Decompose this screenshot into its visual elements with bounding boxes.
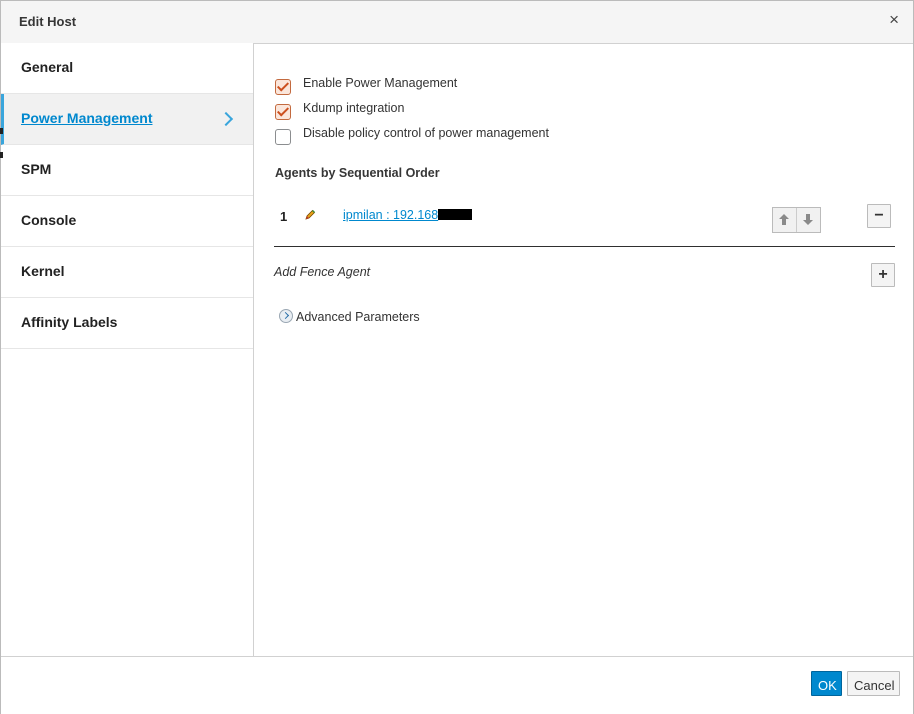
sidebar-item-kernel[interactable]: Kernel: [1, 247, 253, 298]
arrow-down-icon: [803, 214, 813, 225]
sidebar-item-console[interactable]: Console: [1, 196, 253, 247]
move-up-button[interactable]: [773, 208, 797, 232]
sidebar-item-affinity-labels[interactable]: Affinity Labels: [1, 298, 253, 349]
advanced-parameters-label: Advanced Parameters: [296, 310, 420, 324]
sidebar-item-label: SPM: [21, 161, 52, 177]
edit-host-dialog: Edit Host × General Power Management SPM…: [0, 0, 914, 714]
sidebar-item-label: Console: [21, 212, 77, 228]
dialog-title: Edit Host: [19, 14, 77, 29]
checkbox-label: Enable Power Management: [303, 76, 458, 90]
remove-agent-button[interactable]: −: [867, 204, 891, 228]
ok-button[interactable]: OK: [811, 671, 842, 696]
redacted-address: [438, 209, 473, 220]
expand-icon: [279, 309, 293, 323]
fence-agent-link[interactable]: ipmilan : 192.168: [343, 208, 473, 222]
disable-policy-control-checkbox[interactable]: [275, 129, 291, 145]
edge-artifact: [0, 152, 3, 158]
move-down-button[interactable]: [797, 208, 820, 232]
chevron-right-icon: [218, 111, 234, 127]
close-icon[interactable]: ×: [889, 10, 899, 30]
power-management-panel: Enable Power Management Kdump integratio…: [254, 43, 913, 656]
sidebar-item-label: Kernel: [21, 263, 65, 279]
minus-icon: −: [874, 207, 884, 224]
sidebar-nav: General Power Management SPM Console Ker…: [1, 43, 254, 656]
enable-power-management-checkbox[interactable]: [275, 79, 291, 95]
kdump-integration-checkbox[interactable]: [275, 104, 291, 120]
plus-icon: +: [878, 266, 888, 283]
checkbox-label: Kdump integration: [303, 101, 405, 115]
arrow-up-icon: [779, 214, 789, 225]
edge-artifact: [0, 128, 3, 134]
dialog-header: Edit Host ×: [1, 1, 913, 44]
cancel-button[interactable]: Cancel: [847, 671, 900, 696]
agents-divider: [274, 246, 895, 247]
agents-section-title: Agents by Sequential Order: [275, 166, 440, 180]
pencil-icon[interactable]: [304, 209, 316, 221]
sidebar-item-general[interactable]: General: [1, 43, 253, 94]
agent-order-controls: [772, 207, 821, 233]
dialog-footer: OK Cancel: [1, 656, 913, 714]
add-fence-agent-button[interactable]: +: [871, 263, 895, 287]
sidebar-item-spm[interactable]: SPM: [1, 145, 253, 196]
checkbox-label: Disable policy control of power manageme…: [303, 126, 549, 140]
sidebar-item-label: Power Management: [21, 110, 153, 126]
fence-agent-label: ipmilan : 192.168: [343, 208, 439, 222]
add-fence-agent-label: Add Fence Agent: [274, 265, 371, 279]
sidebar-item-label: Affinity Labels: [21, 314, 118, 330]
sidebar-item-label: General: [21, 59, 74, 75]
sidebar-item-power-management[interactable]: Power Management: [1, 94, 253, 145]
agent-order-number: 1: [280, 209, 288, 224]
